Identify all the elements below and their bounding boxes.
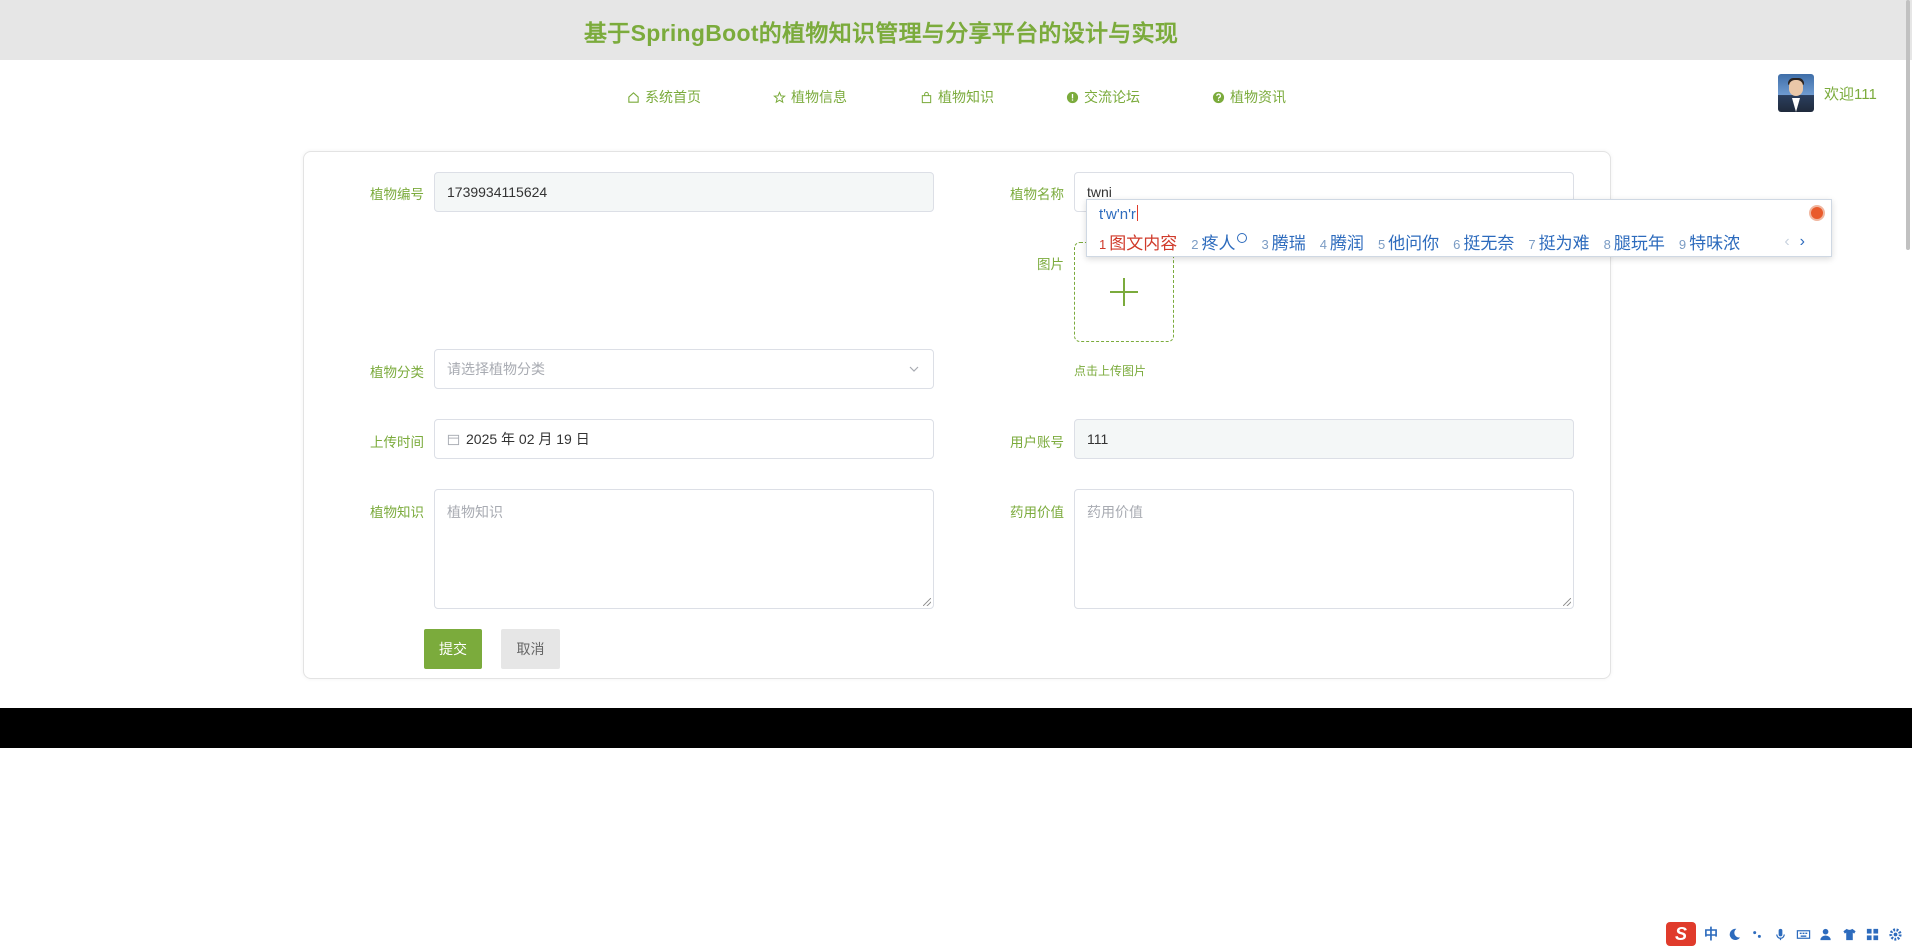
- user-account-field[interactable]: 111: [1074, 419, 1574, 459]
- knowledge-placeholder: 植物知识: [447, 504, 503, 520]
- toolbox-grid-icon[interactable]: [1864, 926, 1880, 942]
- nav-item-plant-info[interactable]: 植物信息: [773, 87, 847, 107]
- knowledge-label: 植物知识: [370, 505, 424, 520]
- settings-gear-icon[interactable]: [1887, 926, 1903, 942]
- info-circle-icon: [1066, 91, 1079, 104]
- user-area[interactable]: 欢迎111: [1778, 74, 1877, 112]
- submit-button[interactable]: 提交: [424, 629, 482, 669]
- punctuation-icon[interactable]: [1749, 926, 1765, 942]
- ime-candidate-popup: t'w'n'r 1 图文内容 2 疼人 3 腾瑞 4 腾润 5 他问你 6 挺无奈 7 挺为难…: [1086, 199, 1832, 257]
- ime-candidate[interactable]: 7 挺为难: [1528, 229, 1589, 254]
- nav-item-label: 系统首页: [645, 89, 701, 105]
- user-account-value: 111: [1087, 431, 1109, 447]
- medicinal-placeholder: 药用价值: [1087, 504, 1143, 520]
- moon-icon[interactable]: [1726, 926, 1742, 942]
- site-title: 基于SpringBoot的植物知识管理与分享平台的设计与实现: [584, 20, 1179, 46]
- ime-candidate-number: 3: [1261, 237, 1269, 252]
- ime-candidate-number: 7: [1528, 237, 1536, 252]
- bag-icon: [920, 91, 933, 104]
- ime-candidate-text: 图文内容: [1109, 234, 1178, 253]
- image-label: 图片: [1037, 257, 1064, 272]
- upload-time-picker[interactable]: 2025 年 02 月 19 日: [434, 419, 934, 459]
- ime-candidate-text: 他问你: [1388, 234, 1440, 253]
- ime-candidate-number: 4: [1319, 237, 1327, 252]
- ime-candidate[interactable]: 2 疼人: [1191, 229, 1248, 254]
- ime-candidate-text: 疼人: [1201, 234, 1236, 253]
- microphone-icon[interactable]: [1772, 926, 1788, 942]
- plant-code-label: 植物编号: [370, 187, 424, 202]
- ime-candidate-text: 腾润: [1329, 234, 1364, 253]
- plant-code-value: 1739934115624: [447, 184, 548, 200]
- upload-hint: 点击上传图片: [1074, 364, 1147, 378]
- ime-candidate[interactable]: 8 腿玩年: [1604, 229, 1665, 254]
- ime-candidate-number: 8: [1603, 237, 1611, 252]
- ime-candidate-number: 1: [1099, 237, 1107, 252]
- medicinal-label: 药用价值: [1010, 505, 1064, 520]
- ime-candidate-text: 挺无奈: [1463, 234, 1515, 253]
- ime-candidate-list: 1 图文内容 2 疼人 3 腾瑞 4 腾润 5 他问你 6 挺无奈 7 挺为难 8 腿玩年 9特…: [1099, 229, 1754, 254]
- ime-next-page-button[interactable]: ›: [1800, 233, 1805, 251]
- top-header: 基于SpringBoot的植物知识管理与分享平台的设计与实现: [0, 0, 1912, 60]
- ime-candidate-number: 6: [1453, 237, 1461, 252]
- star-icon: [773, 90, 786, 104]
- ime-candidate[interactable]: 6 挺无奈: [1453, 229, 1514, 254]
- category-placeholder: 请选择植物分类: [447, 361, 545, 377]
- cloud-badge-icon: [1237, 233, 1248, 243]
- resize-handle[interactable]: [1563, 598, 1571, 606]
- plant-code-field[interactable]: 1739934115624: [434, 172, 934, 212]
- ime-candidate-text: 腿玩年: [1613, 234, 1665, 253]
- resize-handle[interactable]: [923, 598, 931, 606]
- avatar[interactable]: [1778, 74, 1814, 112]
- nav-item-label: 交流论坛: [1084, 89, 1140, 105]
- ime-candidate[interactable]: 5 他问你: [1378, 229, 1439, 254]
- ime-skin-icon[interactable]: [1809, 205, 1825, 221]
- page-scrollbar[interactable]: [1906, 0, 1910, 250]
- ime-toolbar: S 中: [1666, 921, 1903, 947]
- ime-candidate-number: 5: [1377, 237, 1386, 252]
- nav-item-label: 植物知识: [938, 89, 994, 105]
- nav-item-forum[interactable]: 交流论坛: [1066, 87, 1140, 107]
- ime-language-toggle[interactable]: 中: [1703, 926, 1719, 942]
- image-upload-button[interactable]: [1074, 242, 1174, 342]
- ime-candidate[interactable]: 3 腾瑞: [1261, 229, 1305, 254]
- user-account-label: 用户账号: [1010, 435, 1064, 450]
- medicinal-textarea[interactable]: 药用价值: [1074, 489, 1574, 609]
- chevron-down-icon: [907, 362, 921, 376]
- home-icon: [627, 91, 640, 104]
- upload-time-label: 上传时间: [370, 435, 424, 450]
- category-label: 植物分类: [370, 365, 424, 380]
- upload-time-value: 2025 年 02 月 19 日: [466, 431, 590, 447]
- ime-candidate-text: 腾瑞: [1271, 234, 1306, 253]
- cancel-button[interactable]: 取消: [501, 629, 560, 669]
- plant-name-label: 植物名称: [1010, 187, 1064, 202]
- welcome-text: 欢迎111: [1824, 85, 1877, 103]
- nav-item-label: 植物资讯: [1230, 89, 1286, 105]
- plant-name-value: twni: [1087, 184, 1112, 200]
- ime-composition: t'w'n'r: [1099, 205, 1138, 223]
- keyboard-icon[interactable]: [1795, 926, 1811, 942]
- ime-candidate[interactable]: 9 特味浓: [1679, 229, 1740, 254]
- ime-prev-page-button[interactable]: ‹: [1784, 233, 1789, 251]
- ime-candidate-text: 挺为难: [1538, 234, 1590, 253]
- nav-item-home[interactable]: 系统首页: [627, 87, 701, 107]
- plus-icon: [1110, 278, 1138, 306]
- skin-shirt-icon[interactable]: [1841, 926, 1857, 942]
- ime-candidate[interactable]: 1 图文内容: [1099, 229, 1177, 254]
- question-circle-icon: [1212, 91, 1225, 104]
- knowledge-textarea[interactable]: 植物知识: [434, 489, 934, 609]
- footer-bar: [0, 708, 1912, 748]
- ime-candidate-number: 9: [1678, 237, 1687, 252]
- ime-candidate[interactable]: 4 腾润: [1320, 229, 1364, 254]
- calendar-icon: [447, 433, 460, 446]
- nav-item-news[interactable]: 植物资讯: [1212, 87, 1286, 107]
- ime-candidate-text: 特味浓: [1689, 234, 1741, 253]
- nav-item-plant-knowledge[interactable]: 植物知识: [920, 87, 994, 107]
- ime-page-nav: ‹ ›: [1784, 233, 1805, 251]
- ime-candidate-number: 2: [1191, 237, 1199, 252]
- sogou-logo-icon[interactable]: S: [1666, 922, 1696, 946]
- ime-composition-text: t'w'n'r: [1099, 206, 1136, 223]
- nav-item-label: 植物信息: [791, 89, 847, 105]
- category-select[interactable]: 请选择植物分类: [434, 349, 934, 389]
- user-account-icon[interactable]: [1818, 926, 1834, 942]
